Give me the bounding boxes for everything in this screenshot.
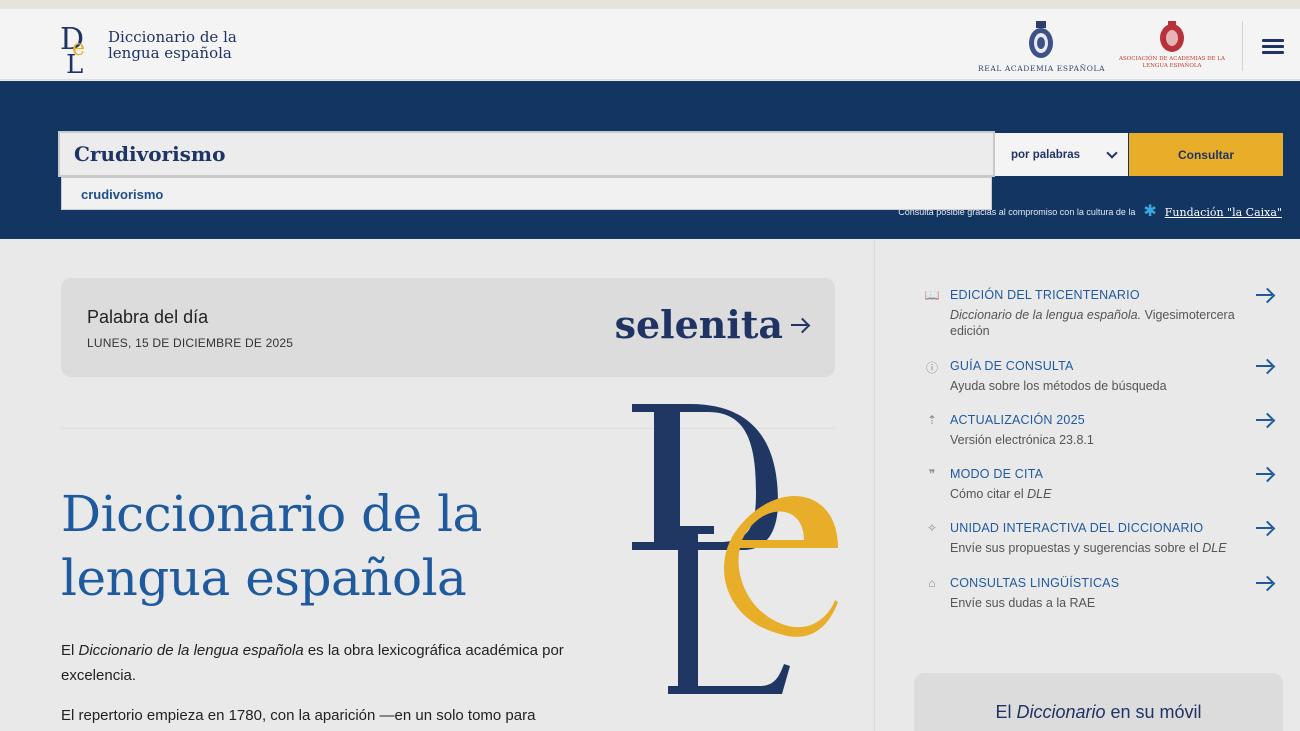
sidebar-item-title: MODO DE CITA — [950, 467, 1044, 481]
sidebar-item-title: ACTUALIZACIÓN 2025 — [950, 413, 1085, 427]
site-logo-text[interactable]: Diccionario de la lengua española — [108, 29, 237, 61]
consult-button[interactable]: Consultar — [1129, 133, 1283, 176]
sidebar-item-title: EDICIÓN DEL TRICENTENARIO — [950, 288, 1140, 302]
search-band: crudivorismo por palabras Consultar Cons… — [0, 81, 1300, 239]
header-divider — [1242, 21, 1243, 71]
arrow-right-icon — [1256, 413, 1274, 427]
sponsor-text: Consulta posible gracias al compromiso c… — [898, 207, 1136, 217]
rae-link[interactable]: REAL ACADEMIA ESPAÑOLA — [978, 21, 1106, 73]
asale-link[interactable]: ASOCIACIÓN DE ACADEMIAS DE LA LENGUA ESP… — [1116, 21, 1228, 77]
logo-line-1: Diccionario de la — [108, 28, 237, 46]
intro-paragraph-1: El Diccionario de la lengua española es … — [61, 642, 564, 684]
book-icon: 📖 — [924, 288, 940, 302]
intro-paragraph-2: El repertorio empieza en 1780, con la ap… — [61, 707, 536, 724]
sidebar-item-desc: Envíe sus propuestas y sugerencias sobre… — [950, 541, 1227, 555]
word-of-day-date: LUNES, 15 DE DICIEMBRE DE 2025 — [87, 336, 294, 350]
word-of-day-word: selenita — [614, 302, 783, 347]
sidebar-item-title: CONSULTAS LINGÜÍSTICAS — [950, 576, 1120, 590]
title-line-2: lengua española — [61, 549, 467, 607]
arrow-right-icon — [1256, 576, 1274, 590]
asale-label-2: LENGUA ESPAÑOLA — [1142, 62, 1202, 69]
site-header: D e L Diccionario de la lengua española … — [0, 9, 1300, 80]
dle-monogram-icon — [632, 404, 838, 694]
chevron-down-icon — [1106, 146, 1118, 159]
word-of-day-title: Palabra del día — [87, 307, 209, 327]
sidebar-item-desc: Diccionario de la lengua española. Viges… — [950, 308, 1235, 338]
sidebar-item-desc: Cómo citar el DLE — [950, 487, 1052, 501]
asale-crest-icon — [1160, 21, 1184, 52]
rae-crest-icon — [1028, 21, 1053, 58]
sidebar-item-desc: Versión electrónica 23.8.1 — [950, 433, 1094, 447]
hamburger-menu-icon[interactable] — [1262, 39, 1284, 57]
arrow-right-icon — [1256, 467, 1274, 481]
lightbulb-icon: ✧ — [926, 521, 938, 535]
asale-label-1: ASOCIACIÓN DE ACADEMIAS DE LA — [1119, 56, 1225, 62]
mobile-app-card[interactable]: El Diccionario en su móvil — [914, 673, 1283, 731]
word-of-day-card: Palabra del día LUNES, 15 DE DICIEMBRE D… — [61, 278, 835, 377]
search-mode-select[interactable]: por palabras — [995, 133, 1128, 176]
quote-icon: ❞ — [928, 467, 936, 481]
help-icon: ⓘ — [925, 361, 938, 375]
sidebar-item-desc: Ayuda sobre los métodos de búsqueda — [950, 379, 1167, 393]
search-box — [58, 131, 995, 177]
dle-logo-icon[interactable]: D e L — [60, 19, 98, 73]
sidebar-item-title: GUÍA DE CONSULTA — [950, 359, 1074, 373]
title-line-1: Diccionario de la — [61, 485, 482, 543]
arrow-right-icon — [1256, 521, 1274, 535]
word-of-day-link[interactable]: selenita — [615, 302, 809, 347]
top-strip — [0, 0, 1300, 9]
arrow-right-icon — [1256, 288, 1274, 302]
sponsor-link[interactable]: Fundación "la Caixa" — [1165, 206, 1282, 219]
arrow-right-icon — [1256, 359, 1274, 373]
autocomplete-dropdown: crudivorismo — [61, 177, 992, 210]
search-input[interactable] — [60, 133, 993, 175]
graduation-icon: ⌂ — [928, 576, 936, 590]
arrow-right-icon — [791, 318, 809, 332]
sponsor-note: Consulta posible gracias al compromiso c… — [898, 203, 1282, 220]
mobile-card-title: El Diccionario en su móvil — [995, 702, 1202, 722]
page-title: Diccionario de la lengua española — [61, 482, 482, 610]
upload-icon: ⇡ — [926, 413, 938, 427]
la-caixa-star-icon: ✱ — [1143, 203, 1157, 220]
svg-text:L: L — [66, 50, 83, 73]
column-divider — [874, 240, 875, 731]
sidebar-item-desc: Envíe sus dudas a la RAE — [950, 596, 1096, 610]
rae-label: REAL ACADEMIA ESPAÑOLA — [978, 64, 1106, 73]
sidebar-item-title: UNIDAD INTERACTIVA DEL DICCIONARIO — [950, 521, 1204, 535]
logo-line-2: lengua española — [108, 44, 232, 62]
suggestion-item[interactable]: crudivorismo — [81, 187, 163, 202]
search-mode-label: por palabras — [1011, 148, 1081, 161]
